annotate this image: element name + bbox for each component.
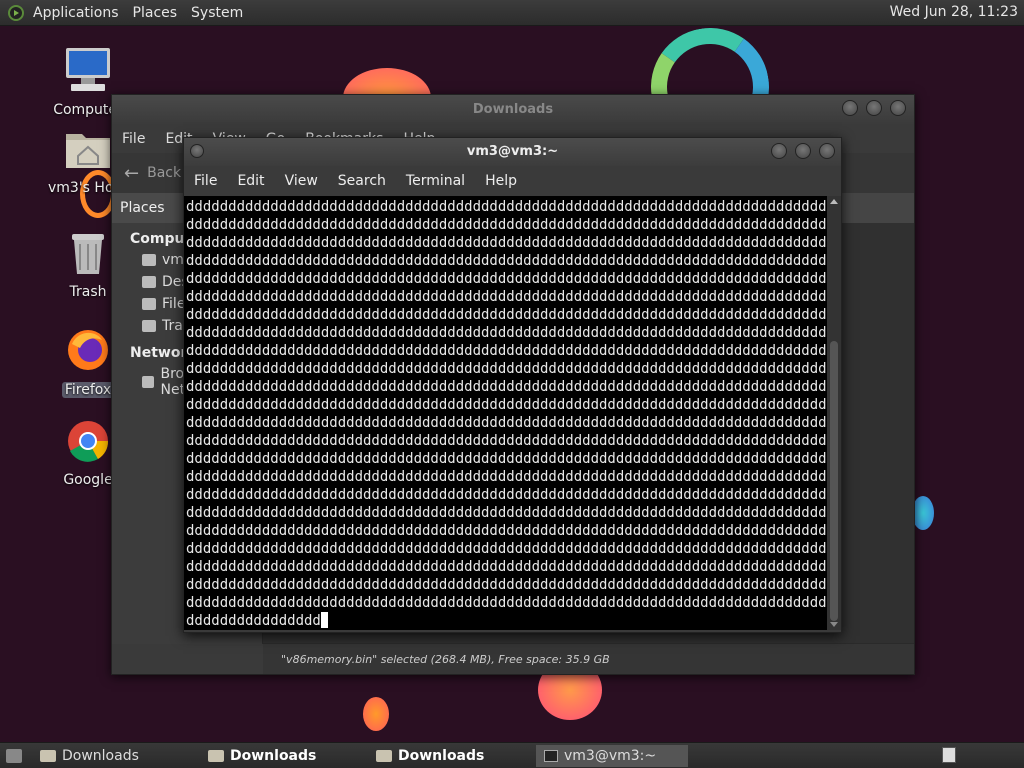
terminal-titlebar[interactable]: vm3@vm3:~	[184, 138, 841, 166]
status-bar: "v86memory.bin" selected (268.4 MB), Fre…	[263, 643, 914, 674]
terminal-lines: dddddddddddddddddddddddddddddddddddddddd…	[186, 198, 827, 612]
menu-edit[interactable]: Edit	[229, 173, 272, 189]
workspace-switcher[interactable]	[942, 747, 956, 763]
back-button[interactable]: ← Back	[124, 163, 181, 184]
taskbar-item-downloads-2[interactable]: Downloads	[200, 745, 352, 767]
terminal-line: dddddddddddddddddddddddddddddddddddddddd…	[186, 487, 827, 503]
taskbar-item-downloads-3[interactable]: Downloads	[368, 745, 520, 767]
applications-menu-icon[interactable]	[8, 4, 24, 21]
network-icon	[142, 376, 155, 388]
menu-file[interactable]: File	[186, 173, 225, 189]
terminal-line: dddddddddddddddddddddddddddddddddddddddd…	[186, 559, 827, 575]
folder-icon	[376, 749, 392, 762]
wallpaper-teal-blob	[912, 496, 934, 530]
terminal-line: dddddddddddddddddddddddddddddddddddddddd…	[186, 541, 827, 557]
taskbar-item-label: Downloads	[230, 747, 317, 764]
terminal-menubar: File Edit View Search Terminal Help	[184, 166, 841, 196]
bottom-panel: Downloads Downloads Downloads vm3@vm3:~	[0, 742, 1024, 768]
terminal-line: dddddddddddddddddddddddddddddddddddddddd…	[186, 217, 827, 233]
terminal-line: dddddddddddddddddddddddddddddddddddddddd…	[186, 523, 827, 539]
terminal-line: dddddddddddddddddddddddddddddddddddddddd…	[186, 253, 827, 269]
terminal-window: vm3@vm3:~ File Edit View Search Terminal…	[183, 137, 842, 633]
menu-search[interactable]: Search	[330, 173, 394, 189]
terminal-scrollbar[interactable]	[827, 196, 841, 630]
terminal-line: dddddddddddddddddddddddddddddddddddddddd…	[186, 469, 827, 485]
back-arrow-icon: ←	[124, 162, 140, 184]
window-title: Downloads	[472, 102, 554, 117]
terminal-line: dddddddddddddddddddddddddddddddddddddddd…	[186, 271, 827, 287]
terminal-cursor	[320, 612, 328, 628]
taskbar-item-terminal[interactable]: vm3@vm3:~	[536, 744, 688, 767]
terminal-line: dddddddddddddddddddddddddddddddddddddddd…	[186, 397, 827, 413]
show-desktop-icon[interactable]	[6, 748, 22, 763]
menu-view[interactable]: View	[277, 173, 326, 189]
terminal-output[interactable]: dddddddddddddddddddddddddddddddddddddddd…	[184, 196, 827, 630]
taskbar-item-label: Downloads	[62, 747, 139, 764]
menu-places[interactable]: Places	[126, 5, 185, 21]
terminal-line: dddddddddddddddddddddddddddddddddddddddd…	[186, 325, 827, 341]
menu-system[interactable]: System	[184, 5, 250, 21]
terminal-line: dddddddddddddddddddddddddddddddddddddddd…	[186, 451, 827, 467]
computer-icon	[66, 48, 110, 91]
top-panel: Applications Places System Wed Jun 28, 1…	[0, 0, 1024, 26]
chrome-icon	[68, 421, 109, 462]
terminal-icon	[544, 749, 558, 762]
maximize-button[interactable]	[795, 143, 811, 159]
scrollbar-thumb[interactable]	[830, 341, 838, 621]
home-icon	[142, 254, 156, 266]
terminal-line: dddddddddddddddddddddddddddddddddddddddd…	[186, 307, 827, 323]
terminal-line: dddddddddddddddddddddddddddddddddddddddd…	[186, 595, 827, 611]
terminal-last-line: dddddddddddddddd	[186, 613, 321, 629]
back-label: Back	[147, 165, 182, 181]
trash-icon	[72, 234, 104, 274]
home-folder-icon	[66, 134, 110, 168]
taskbar-item-label: vm3@vm3:~	[564, 747, 657, 764]
terminal-line: dddddddddddddddddddddddddddddddddddddddd…	[186, 235, 827, 251]
terminal-line: dddddddddddddddddddddddddddddddddddddddd…	[186, 199, 827, 215]
terminal-line: dddddddddddddddddddddddddddddddddddddddd…	[186, 505, 827, 521]
desktop-icon	[142, 276, 156, 288]
trash-icon	[142, 320, 156, 332]
drive-icon	[142, 298, 156, 310]
taskbar-item-downloads-1[interactable]: Downloads	[32, 745, 184, 767]
terminal-line: dddddddddddddddddddddddddddddddddddddddd…	[186, 361, 827, 377]
terminal-line: dddddddddddddddddddddddddddddddddddddddd…	[186, 415, 827, 431]
menu-help[interactable]: Help	[477, 173, 525, 189]
terminal-line: dddddddddddddddddddddddddddddddddddddddd…	[186, 433, 827, 449]
wallpaper-small-orange-blob	[363, 697, 389, 731]
taskbar-item-label: Downloads	[398, 747, 485, 764]
terminal-line: dddddddddddddddddddddddddddddddddddddddd…	[186, 379, 827, 395]
menu-file[interactable]: File	[112, 131, 155, 147]
close-button[interactable]	[890, 100, 906, 116]
firefox-icon	[68, 330, 108, 370]
menu-terminal[interactable]: Terminal	[398, 173, 473, 189]
maximize-button[interactable]	[866, 100, 882, 116]
scroll-down-icon[interactable]	[830, 622, 838, 627]
folder-icon	[208, 749, 224, 762]
terminal-line: dddddddddddddddddddddddddddddddddddddddd…	[186, 577, 827, 593]
terminal-line: dddddddddddddddddddddddddddddddddddddddd…	[186, 289, 827, 305]
minimize-button[interactable]	[842, 100, 858, 116]
folder-icon	[40, 749, 56, 762]
menu-applications[interactable]: Applications	[26, 5, 126, 21]
terminal-line: dddddddddddddddddddddddddddddddddddddddd…	[186, 343, 827, 359]
scroll-up-icon[interactable]	[830, 199, 838, 204]
minimize-button[interactable]	[771, 143, 787, 159]
close-button[interactable]	[819, 143, 835, 159]
window-title: vm3@vm3:~	[466, 144, 559, 159]
file-manager-titlebar[interactable]: Downloads	[112, 95, 914, 125]
clock[interactable]: Wed Jun 28, 11:23	[890, 4, 1018, 20]
desktop-icon-label: Firefox	[61, 382, 115, 398]
